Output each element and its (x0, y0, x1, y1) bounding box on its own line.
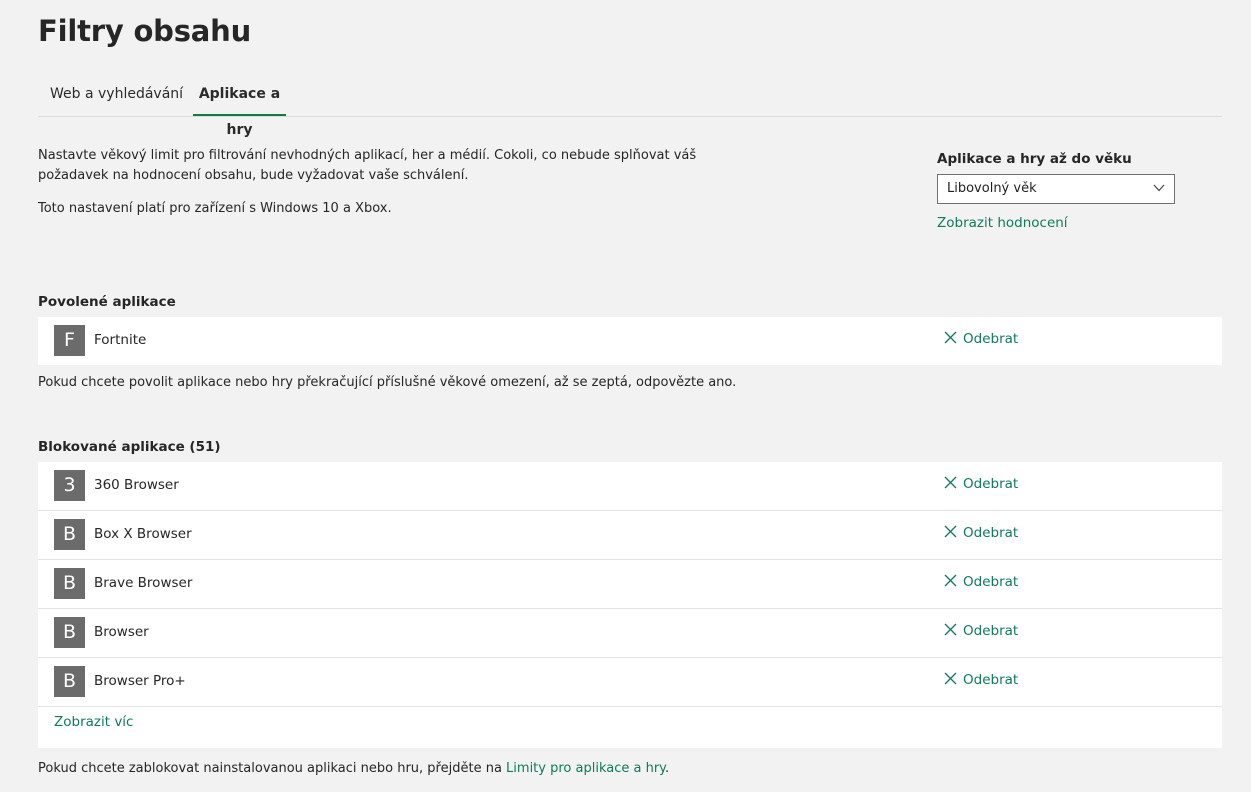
age-limit-description: Nastavte věkový limit pro filtrování nev… (38, 148, 697, 183)
app-letter-icon: B (54, 519, 85, 550)
remove-button[interactable]: Odebrat (944, 476, 1018, 492)
app-name: Brave Browser (94, 575, 193, 591)
app-letter-icon: F (54, 325, 85, 356)
remove-button[interactable]: Odebrat (944, 574, 1018, 590)
blocked-apps-list: 3 360 Browser Odebrat B Box X Browser Od… (38, 462, 1222, 748)
tab-web-search[interactable]: Web a vyhledávání (50, 76, 183, 114)
remove-label: Odebrat (963, 476, 1019, 492)
blocked-note-text: Pokud chcete zablokovat nainstalovanou a… (38, 761, 507, 776)
remove-label: Odebrat (963, 525, 1019, 541)
remove-label: Odebrat (963, 331, 1019, 347)
app-letter-icon: 3 (54, 470, 85, 501)
close-icon (944, 525, 957, 538)
app-letter-icon: B (54, 666, 85, 697)
close-icon (944, 574, 957, 587)
allowed-apps-list: F Fortnite Odebrat (38, 317, 1222, 365)
app-name: 360 Browser (94, 477, 179, 493)
list-item: B Brave Browser Odebrat (38, 560, 1222, 609)
blocked-apps-heading: Blokované aplikace (51) (38, 439, 221, 455)
remove-label: Odebrat (963, 574, 1019, 590)
close-icon (944, 672, 957, 685)
app-name: Box X Browser (94, 526, 192, 542)
devices-note: Toto nastavení platí pro zařízení s Wind… (38, 201, 392, 216)
list-item: F Fortnite Odebrat (38, 317, 1222, 365)
blocked-note-suffix: . (665, 761, 670, 776)
list-item: B Box X Browser Odebrat (38, 511, 1222, 560)
allowed-apps-heading: Povolené aplikace (38, 294, 176, 310)
age-limit-selected-value: Libovolný věk (947, 181, 1037, 196)
blocked-apps-note: Pokud chcete zablokovat nainstalovanou a… (38, 761, 669, 776)
list-item: 3 360 Browser Odebrat (38, 462, 1222, 511)
remove-button[interactable]: Odebrat (944, 672, 1018, 688)
close-icon (944, 476, 957, 489)
app-name: Browser Pro+ (94, 673, 186, 689)
app-name: Browser (94, 624, 149, 640)
view-ratings-link[interactable]: Zobrazit hodnocení (937, 215, 1068, 231)
content-filters-page: Filtry obsahu Web a vyhledávání Aplikace… (0, 0, 1251, 792)
close-icon (944, 331, 957, 344)
tab-bar: Web a vyhledávání Aplikace a hry (38, 76, 1222, 138)
allowed-apps-note: Pokud chcete povolit aplikace nebo hry p… (38, 375, 737, 390)
page-title: Filtry obsahu (38, 14, 252, 48)
app-letter-icon: B (54, 617, 85, 648)
chevron-down-icon (1153, 184, 1165, 192)
list-item: B Browser Odebrat (38, 609, 1222, 658)
close-icon (944, 623, 957, 636)
app-limits-link[interactable]: Limity pro aplikace a hry (506, 761, 665, 776)
show-more-row: Zobrazit víc (38, 707, 1222, 748)
tab-apps-games[interactable]: Aplikace a hry (193, 76, 286, 138)
remove-label: Odebrat (963, 672, 1019, 688)
age-limit-dropdown[interactable]: Libovolný věk (937, 174, 1175, 204)
list-item: B Browser Pro+ Odebrat (38, 658, 1222, 707)
remove-label: Odebrat (963, 623, 1019, 639)
show-more-link[interactable]: Zobrazit víc (54, 714, 133, 730)
remove-button[interactable]: Odebrat (944, 331, 1018, 347)
remove-button[interactable]: Odebrat (944, 525, 1018, 541)
age-limit-label: Aplikace a hry až do věku (937, 151, 1132, 167)
app-name: Fortnite (94, 332, 147, 348)
remove-button[interactable]: Odebrat (944, 623, 1018, 639)
app-letter-icon: B (54, 568, 85, 599)
